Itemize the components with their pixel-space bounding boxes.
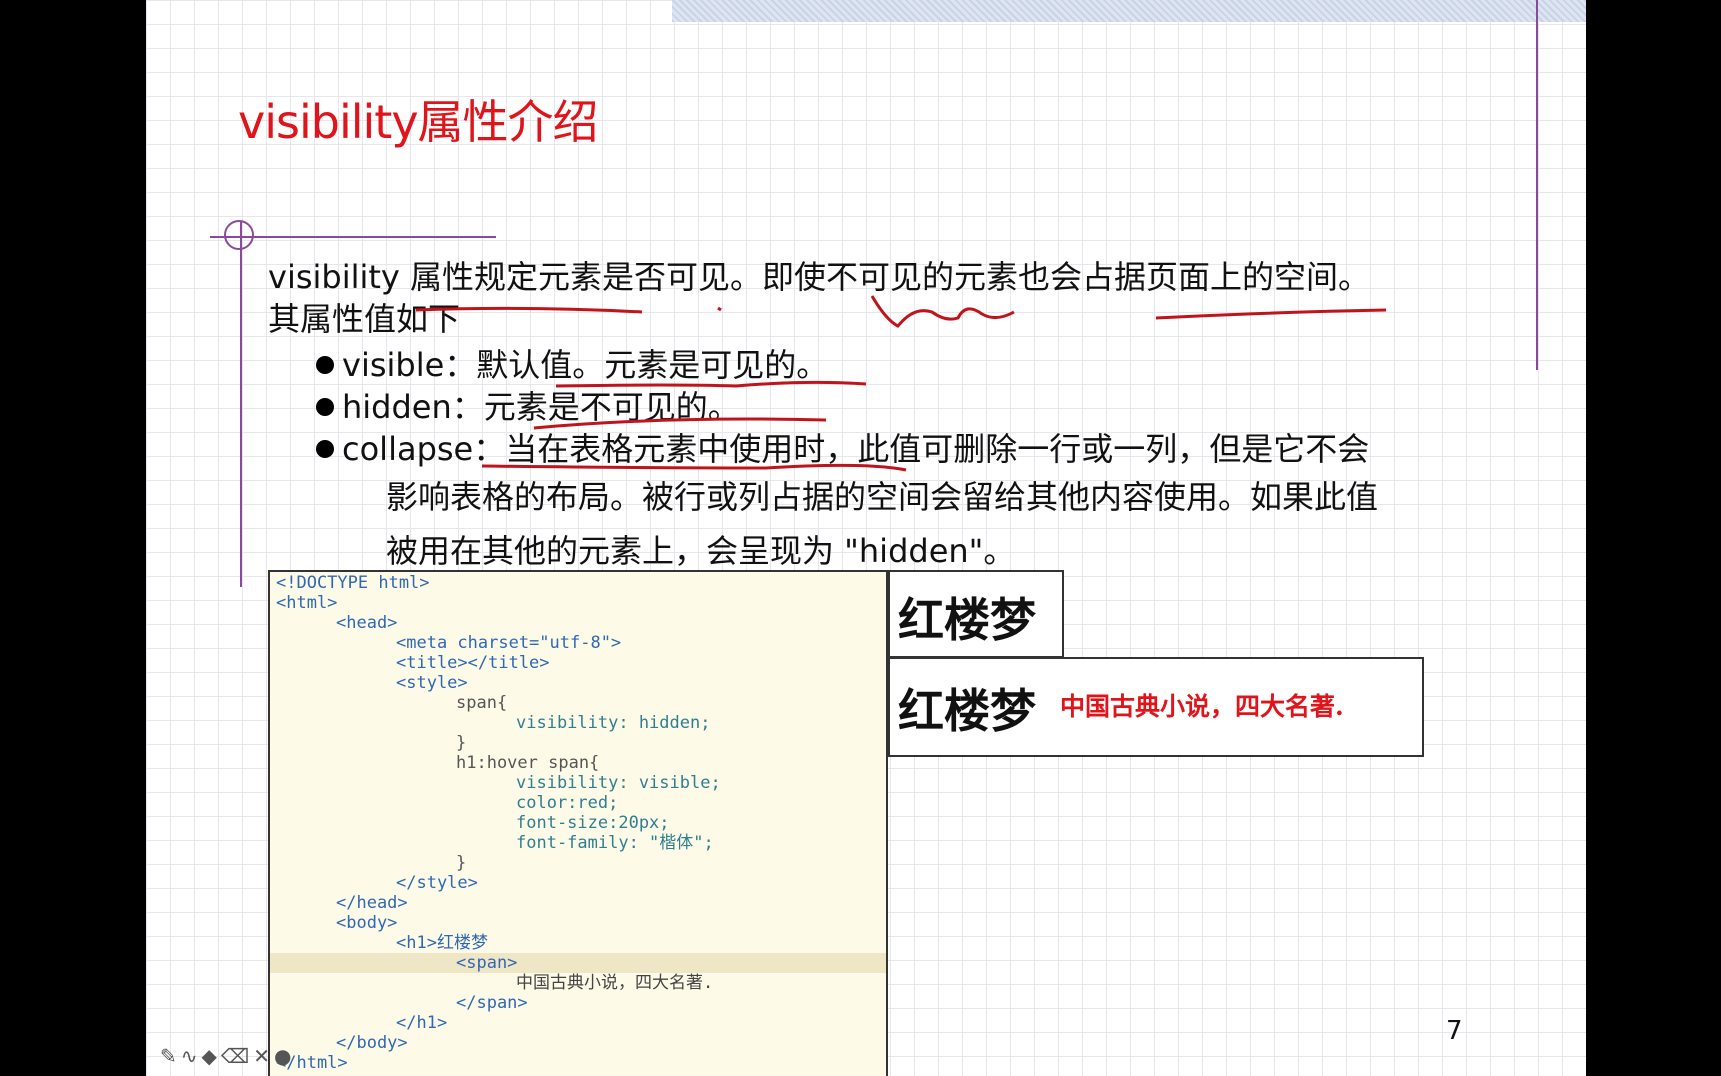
code-line: visibility: hidden; (516, 713, 711, 733)
bullet-dot (316, 440, 334, 458)
highlighter-icon[interactable]: ◆ (202, 1044, 221, 1068)
header-band (672, 0, 1586, 22)
code-line-highlighted: <span> (270, 953, 886, 973)
bullet-dot (316, 398, 334, 416)
code-line: </body> (336, 1033, 408, 1053)
code-line: </style> (396, 873, 478, 893)
intro-line-1: visibility 属性规定元素是否可见。即使不可见的元素也会占据页面上的空间… (268, 258, 1371, 296)
output-preview-hover: 红楼梦 中国古典小说，四大名著. (888, 657, 1424, 757)
frame-crosshair (224, 220, 254, 250)
bullet-collapse-cont-2: 被用在其他的元素上，会呈现为 "hidden"。 (386, 532, 1016, 570)
bullet-label: collapse：当在表格元素中使用时，此值可删除一行或一列，但是它不会 (342, 430, 1370, 468)
close-icon[interactable]: ✕ (253, 1044, 274, 1068)
code-line: <!DOCTYPE html> (276, 573, 430, 593)
code-line: </span> (456, 993, 528, 1013)
pen-toolbar: ✎∿◆⌫✕● (160, 1044, 295, 1068)
bullet-collapse: collapse：当在表格元素中使用时，此值可删除一行或一列，但是它不会 (316, 428, 1370, 470)
bullet-visible: visible：默认值。元素是可见的。 (316, 344, 829, 386)
code-line: <html> (276, 593, 338, 613)
code-line: } (456, 733, 467, 753)
code-line: </head> (336, 893, 408, 913)
slide: visibility属性介绍 visibility 属性规定元素是否可见。即使不… (146, 0, 1586, 1076)
code-line: h1:hover span{ (456, 753, 600, 773)
code-line: } (456, 853, 467, 873)
intro-line-2: 其属性值如下 (268, 300, 461, 338)
frame-line-right (1536, 0, 1538, 370)
curve-icon[interactable]: ∿ (181, 1044, 202, 1068)
output-span-text: 中国古典小说，四大名著. (1060, 692, 1344, 721)
bullet-hidden: hidden：元素是不可见的。 (316, 386, 740, 428)
code-line: <meta charset="utf-8"> (396, 633, 622, 653)
frame-line-left (240, 222, 242, 587)
code-line: <style> (396, 673, 468, 693)
slide-title: visibility属性介绍 (238, 95, 599, 149)
code-line: <h1>红楼梦 (396, 933, 488, 953)
code-line: <body> (336, 913, 398, 933)
output-h1-hover: 红楼梦 (898, 684, 1036, 738)
code-line: </h1> (396, 1013, 448, 1033)
bullet-dot (316, 356, 334, 374)
laser-pointer-icon[interactable]: ● (274, 1044, 295, 1068)
code-line: font-family: "楷体"; (516, 833, 714, 853)
output-h1: 红楼梦 (898, 593, 1036, 647)
eraser-icon[interactable]: ⌫ (221, 1044, 253, 1068)
bullet-label: visible：默认值。元素是可见的。 (342, 346, 829, 384)
code-line: span{ (456, 693, 508, 713)
output-preview-normal: 红楼梦 (888, 570, 1064, 658)
code-line: font-size:20px; (516, 813, 670, 833)
code-editor: <!DOCTYPE html> <html> <head> <meta char… (268, 570, 888, 1076)
intro-paragraph: visibility 属性规定元素是否可见。即使不可见的元素也会占据页面上的空间… (268, 256, 1518, 340)
bullet-label: hidden：元素是不可见的。 (342, 388, 740, 426)
code-line: 中国古典小说，四大名著. (516, 973, 714, 993)
code-line: <head> (336, 613, 398, 633)
code-line: color:red; (516, 793, 619, 813)
code-line: <title></title> (396, 653, 550, 673)
bullet-collapse-cont-1: 影响表格的布局。被行或列占据的空间会留给其他内容使用。如果此值 (386, 478, 1379, 516)
code-line: visibility: visible; (516, 773, 721, 793)
page-number: 7 (1446, 1016, 1463, 1046)
code-line: </html> (276, 1053, 348, 1073)
pen-icon[interactable]: ✎ (160, 1044, 181, 1068)
